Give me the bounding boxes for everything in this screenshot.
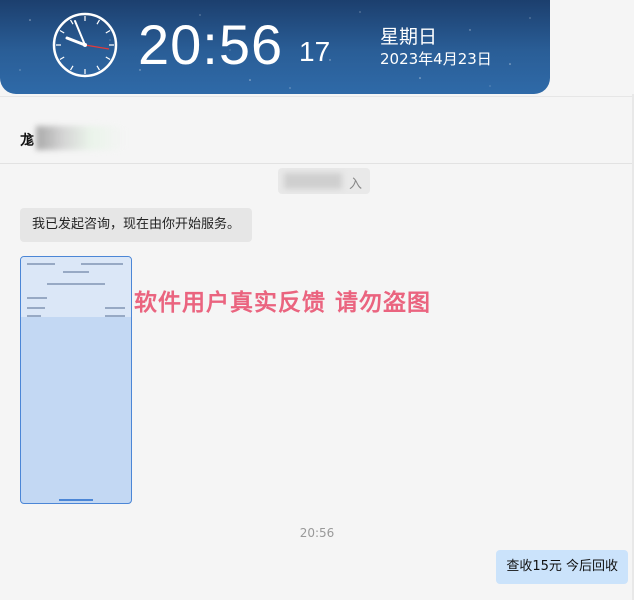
message-timestamp: 20:56 xyxy=(299,526,335,540)
preview-line xyxy=(81,263,123,265)
outgoing-message-bubble[interactable]: 查收15元 今后回收 xyxy=(496,550,628,584)
incoming-message-bubble[interactable]: 我已发起咨询，现在由你开始服务。 xyxy=(20,208,253,242)
analog-clock-icon xyxy=(52,12,118,78)
image-message-thumbnail[interactable] xyxy=(20,256,132,504)
preview-line xyxy=(63,271,89,273)
digital-time: 20:56 xyxy=(138,13,284,76)
preview-line xyxy=(47,283,105,285)
preview-line xyxy=(27,315,41,317)
preview-line xyxy=(27,307,45,309)
system-notice: 入 xyxy=(278,168,370,194)
redacted-contact-name xyxy=(36,126,126,150)
redacted-notice-text xyxy=(284,173,342,189)
system-notice-text: 入 xyxy=(348,177,362,192)
preview-line xyxy=(27,297,47,299)
weekday-label: 星期日 xyxy=(380,26,438,48)
preview-line xyxy=(27,263,55,265)
digital-seconds: 17 xyxy=(299,36,331,67)
clock-widget: 20:56 17 星期日 2023年4月23日 xyxy=(0,0,550,94)
contact-name[interactable]: 尨 xyxy=(20,130,34,150)
preview-home-indicator xyxy=(59,499,93,501)
preview-line xyxy=(105,307,125,309)
watermark-text: 软件用户真实反馈 请勿盗图 xyxy=(134,290,432,316)
date-label: 2023年4月23日 xyxy=(380,50,492,68)
preview-line xyxy=(105,315,125,317)
